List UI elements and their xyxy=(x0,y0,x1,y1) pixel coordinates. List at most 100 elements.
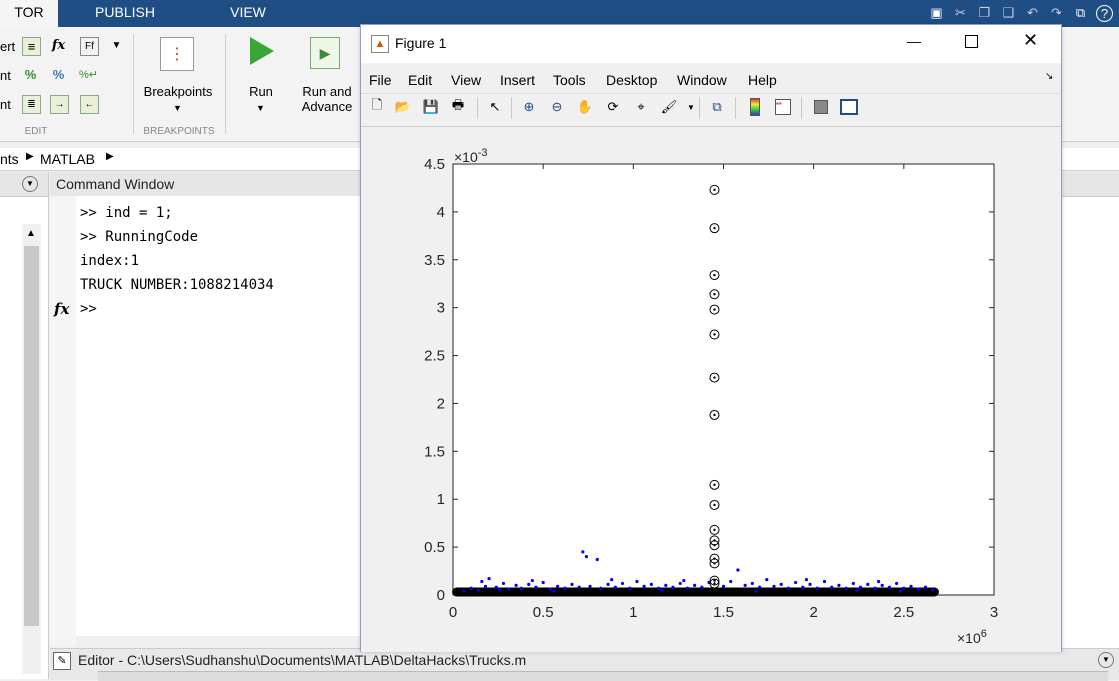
breakpoints-icon[interactable]: ⋮ xyxy=(160,37,194,71)
insert-label-partial[interactable]: ert xyxy=(0,39,15,54)
tab-editor[interactable]: TOR xyxy=(0,0,58,27)
y-tick-label: 1 xyxy=(437,491,445,508)
figure-titlebar[interactable]: ▲ Figure 1 — ✕ xyxy=(361,25,1061,63)
save-icon[interactable]: 💾 xyxy=(421,97,441,117)
wrap-comments-icon[interactable]: %↵ xyxy=(79,66,98,83)
data-point xyxy=(801,585,805,589)
menu-desktop[interactable]: Desktop xyxy=(606,69,657,91)
panel-menu-icon[interactable]: ▼ xyxy=(1098,652,1114,668)
indent-icon[interactable]: → xyxy=(50,95,69,114)
data-point xyxy=(804,577,809,582)
editor-bar[interactable]: ✎ Editor - C:\Users\Sudhanshu\Documents\… xyxy=(50,648,1119,681)
dock-arrow-icon[interactable]: ↘ xyxy=(1045,71,1053,82)
zoom-out-icon[interactable]: ⊖ xyxy=(547,97,567,117)
data-point xyxy=(664,583,668,587)
panel-menu-icon[interactable]: ▼ xyxy=(22,176,38,192)
tab-view[interactable]: VIEW xyxy=(194,0,302,27)
paste-icon[interactable]: ❑ xyxy=(1000,5,1017,22)
data-point xyxy=(483,584,488,588)
save-icon[interactable]: ▣ xyxy=(928,5,945,22)
chevron-down-icon[interactable]: ▼ xyxy=(173,103,182,113)
link-plot-icon[interactable]: ⧉ xyxy=(707,97,727,117)
menu-tools[interactable]: Tools xyxy=(553,69,586,91)
cut-icon[interactable]: ✂ xyxy=(952,5,969,22)
menu-file[interactable]: File xyxy=(369,69,392,91)
figure-canvas: 0 0.5 1 1.5 2 2.5 3 0 0.5 1 1.5 2 2.5 3 3.5 4 4.5 ×10-3 … xyxy=(361,126,1061,652)
run-button-label[interactable]: Run xyxy=(240,84,282,99)
close-icon[interactable]: ✕ xyxy=(1023,30,1038,51)
circle-marker-center xyxy=(713,273,716,277)
show-plot-tools-icon[interactable] xyxy=(839,97,859,117)
open-file-icon[interactable]: 📂 xyxy=(393,97,413,117)
scrollbar[interactable]: ▲ xyxy=(22,224,41,674)
breadcrumb-matlab[interactable]: MATLAB xyxy=(40,151,95,167)
data-point xyxy=(685,586,690,590)
scrollbar-thumb[interactable] xyxy=(24,246,39,626)
command-prompt[interactable]: >> xyxy=(80,301,97,317)
new-figure-icon[interactable]: 🗋 xyxy=(367,97,387,117)
fx-icon[interactable]: fx xyxy=(50,37,67,54)
indent-label-partial[interactable]: nt xyxy=(0,97,11,112)
figure-window[interactable]: ▲ Figure 1 — ✕ File Edit View Insert Too… xyxy=(360,24,1062,652)
print-icon[interactable]: 🖶 xyxy=(448,97,468,117)
tab-publish[interactable]: PUBLISH xyxy=(60,0,190,27)
chevron-right-icon: ▶ xyxy=(26,151,34,162)
breadcrumb-documents[interactable]: nts xyxy=(0,151,19,167)
zoom-in-icon[interactable]: ⊕ xyxy=(519,97,539,117)
run-icon[interactable] xyxy=(250,37,274,65)
menu-insert[interactable]: Insert xyxy=(500,69,535,91)
edit-plot-arrow-icon[interactable]: ↖ xyxy=(485,97,505,117)
comment-icon[interactable]: % xyxy=(22,66,39,83)
copy-icon[interactable]: ❐ xyxy=(976,5,993,22)
insert-icon[interactable]: ≡ xyxy=(22,37,41,56)
undo-icon[interactable]: ↶ xyxy=(1024,5,1041,22)
command-window[interactable]: >> ind = 1; >> RunningCode index:1 TRUCK… xyxy=(76,196,366,636)
data-point xyxy=(887,585,892,589)
data-point xyxy=(581,550,585,554)
function-icon[interactable]: Ff xyxy=(80,37,99,56)
pan-hand-icon[interactable]: ✋ xyxy=(575,97,595,117)
switch-windows-icon[interactable]: ⧉ xyxy=(1072,5,1089,22)
data-point xyxy=(480,579,484,584)
run-and-advance-label-2[interactable]: Advance xyxy=(298,99,356,114)
data-point xyxy=(563,586,567,590)
menu-help[interactable]: Help xyxy=(748,69,777,91)
data-cursor-icon[interactable]: ⌖ xyxy=(631,97,651,117)
hide-plot-tools-icon[interactable] xyxy=(811,97,831,117)
circle-marker-center xyxy=(713,543,716,547)
scatter-plot[interactable]: 0 0.5 1 1.5 2 2.5 300.511.522.533.544.5 ×10-3 … xyxy=(361,127,1061,652)
chevron-down-icon[interactable]: ▼ xyxy=(687,103,695,112)
rotate-3d-icon[interactable]: ⟳ xyxy=(603,97,623,117)
menu-window[interactable]: Window xyxy=(677,69,727,91)
legend-icon[interactable]: ▪▪ xyxy=(773,97,793,117)
run-and-advance-label-1[interactable]: Run and xyxy=(298,84,356,99)
uncomment-icon[interactable]: % xyxy=(50,66,67,83)
data-point xyxy=(501,581,506,586)
chevron-down-icon[interactable]: ▼ xyxy=(108,37,125,54)
data-point xyxy=(858,585,863,589)
y-tick-label: 2 xyxy=(437,395,445,412)
run-and-advance-icon[interactable]: ▶ xyxy=(310,37,340,69)
figure-title: Figure 1 xyxy=(395,35,447,51)
chevron-down-icon[interactable]: ▼ xyxy=(256,103,265,113)
data-point xyxy=(476,588,480,592)
data-point xyxy=(880,583,884,587)
command-window-title: Command Window xyxy=(56,176,175,192)
colorbar-icon[interactable] xyxy=(745,97,765,117)
help-icon[interactable]: ? xyxy=(1096,4,1113,22)
scroll-up-icon[interactable]: ▲ xyxy=(26,228,36,239)
comment-label-partial[interactable]: nt xyxy=(0,68,11,83)
redo-icon[interactable]: ↷ xyxy=(1048,5,1065,22)
menu-view[interactable]: View xyxy=(451,69,481,91)
fx-icon[interactable]: fx xyxy=(54,300,69,318)
data-point xyxy=(794,580,798,585)
menu-edit[interactable]: Edit xyxy=(408,69,432,91)
brush-icon[interactable]: 🖌 xyxy=(659,97,679,117)
editor-tab-strip[interactable] xyxy=(98,671,1108,681)
breakpoints-button-label[interactable]: Breakpoints xyxy=(143,84,213,99)
maximize-icon[interactable] xyxy=(965,35,978,48)
circle-marker-center xyxy=(713,333,716,336)
outdent-icon[interactable]: ← xyxy=(80,95,99,114)
smart-indent-icon[interactable]: ≣ xyxy=(22,95,41,114)
minimize-icon[interactable]: — xyxy=(907,33,921,49)
